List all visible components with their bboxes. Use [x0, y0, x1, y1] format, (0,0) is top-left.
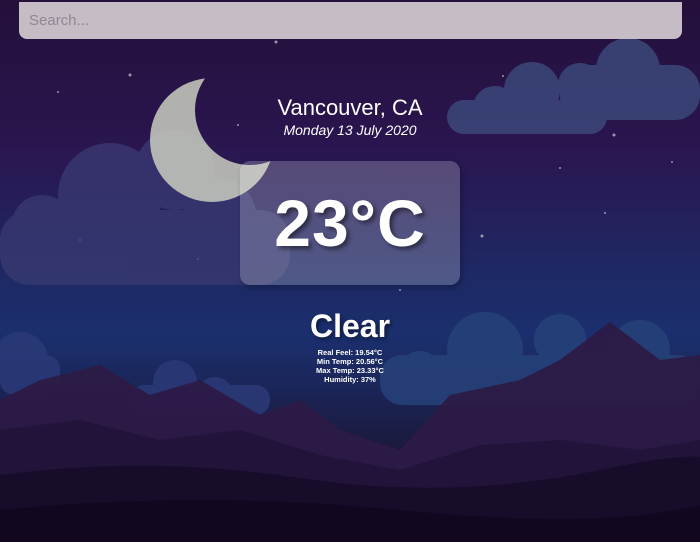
real-feel-text: Real Feel: 19.54°C — [317, 348, 383, 357]
weather-details: Real Feel: 19.54°C Min Temp: 20.56°C Max… — [0, 348, 700, 384]
temperature-card: 23°C — [240, 161, 460, 285]
star-icon — [502, 75, 504, 77]
star-icon — [604, 212, 606, 214]
max-temp-text: Max Temp: 23.33°C — [316, 366, 384, 375]
temperature-value: 23°C — [274, 186, 426, 260]
weather-condition: Clear — [309, 308, 391, 344]
star-icon — [671, 161, 673, 163]
star-icon — [399, 289, 401, 291]
humidity-text: Humidity: 37% — [324, 375, 376, 384]
star-icon — [480, 234, 484, 238]
weather-app-page: Vancouver, CA Monday 13 July 2020 23°C C… — [0, 0, 700, 542]
star-icon — [57, 91, 59, 93]
current-date: Monday 13 July 2020 — [283, 122, 417, 138]
search-input[interactable] — [19, 2, 682, 39]
star-icon — [559, 167, 561, 169]
location-title: Vancouver, CA — [277, 95, 423, 120]
min-temp-text: Min Temp: 20.56°C — [316, 357, 384, 366]
star-icon — [128, 73, 132, 77]
star-icon — [274, 40, 278, 44]
